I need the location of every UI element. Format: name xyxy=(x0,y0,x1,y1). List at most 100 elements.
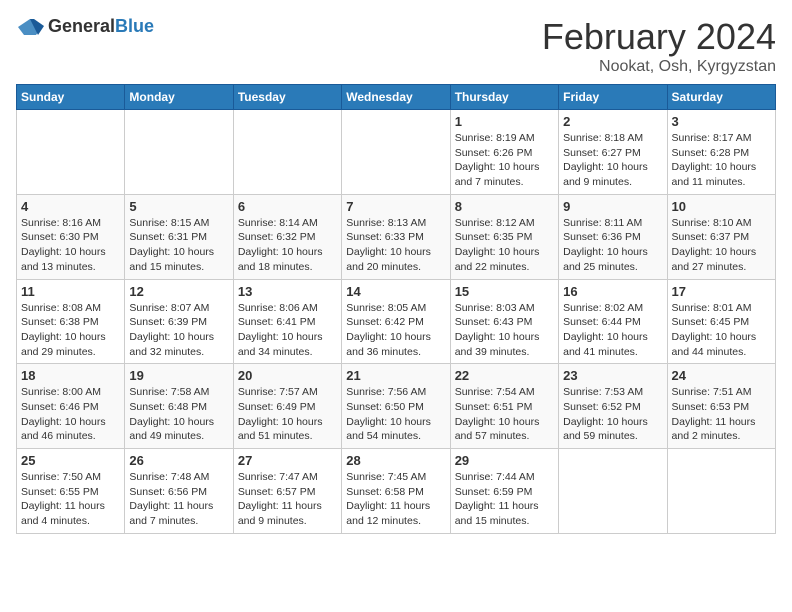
calendar-cell: 25 Sunrise: 7:50 AM Sunset: 6:55 PM Dayli… xyxy=(17,449,125,534)
calendar-cell xyxy=(17,110,125,195)
day-number: 4 xyxy=(21,199,120,214)
day-info: Sunrise: 8:07 AM Sunset: 6:39 PM Dayligh… xyxy=(129,301,228,360)
day-number: 15 xyxy=(455,284,554,299)
day-info: Sunrise: 8:01 AM Sunset: 6:45 PM Dayligh… xyxy=(672,301,771,360)
weekday-header-cell: Wednesday xyxy=(342,85,450,110)
day-info: Sunrise: 8:18 AM Sunset: 6:27 PM Dayligh… xyxy=(563,131,662,190)
day-number: 17 xyxy=(672,284,771,299)
calendar-cell: 27 Sunrise: 7:47 AM Sunset: 6:57 PM Dayli… xyxy=(233,449,341,534)
calendar-cell: 1 Sunrise: 8:19 AM Sunset: 6:26 PM Daylig… xyxy=(450,110,558,195)
day-info: Sunrise: 7:51 AM Sunset: 6:53 PM Dayligh… xyxy=(672,385,771,444)
calendar-cell: 8 Sunrise: 8:12 AM Sunset: 6:35 PM Daylig… xyxy=(450,194,558,279)
day-info: Sunrise: 8:10 AM Sunset: 6:37 PM Dayligh… xyxy=(672,216,771,275)
day-number: 3 xyxy=(672,114,771,129)
calendar-cell: 14 Sunrise: 8:05 AM Sunset: 6:42 PM Dayli… xyxy=(342,279,450,364)
day-number: 16 xyxy=(563,284,662,299)
day-number: 26 xyxy=(129,453,228,468)
day-info: Sunrise: 8:12 AM Sunset: 6:35 PM Dayligh… xyxy=(455,216,554,275)
day-number: 24 xyxy=(672,368,771,383)
day-number: 20 xyxy=(238,368,337,383)
day-info: Sunrise: 8:16 AM Sunset: 6:30 PM Dayligh… xyxy=(21,216,120,275)
day-info: Sunrise: 7:57 AM Sunset: 6:49 PM Dayligh… xyxy=(238,385,337,444)
day-number: 22 xyxy=(455,368,554,383)
calendar-cell: 9 Sunrise: 8:11 AM Sunset: 6:36 PM Daylig… xyxy=(559,194,667,279)
calendar-cell: 26 Sunrise: 7:48 AM Sunset: 6:56 PM Dayli… xyxy=(125,449,233,534)
day-number: 23 xyxy=(563,368,662,383)
calendar-cell: 7Sunrise: 8:13 AM Sunset: 6:33 PM Daylig… xyxy=(342,194,450,279)
day-info: Sunrise: 7:53 AM Sunset: 6:52 PM Dayligh… xyxy=(563,385,662,444)
day-number: 18 xyxy=(21,368,120,383)
logo-general-text: General xyxy=(48,16,115,36)
day-info: Sunrise: 8:02 AM Sunset: 6:44 PM Dayligh… xyxy=(563,301,662,360)
calendar-cell: 16 Sunrise: 8:02 AM Sunset: 6:44 PM Dayli… xyxy=(559,279,667,364)
day-info: Sunrise: 7:47 AM Sunset: 6:57 PM Dayligh… xyxy=(238,470,337,529)
calendar-cell: 28 Sunrise: 7:45 AM Sunset: 6:58 PM Dayli… xyxy=(342,449,450,534)
day-number: 27 xyxy=(238,453,337,468)
calendar-cell: 6 Sunrise: 8:14 AM Sunset: 6:32 PM Daylig… xyxy=(233,194,341,279)
calendar-week-row: 25 Sunrise: 7:50 AM Sunset: 6:55 PM Dayli… xyxy=(17,449,776,534)
day-info: Sunrise: 7:48 AM Sunset: 6:56 PM Dayligh… xyxy=(129,470,228,529)
calendar-cell: 12 Sunrise: 8:07 AM Sunset: 6:39 PM Dayli… xyxy=(125,279,233,364)
day-number: 29 xyxy=(455,453,554,468)
calendar-cell: 13 Sunrise: 8:06 AM Sunset: 6:41 PM Dayli… xyxy=(233,279,341,364)
day-info: Sunrise: 7:58 AM Sunset: 6:48 PM Dayligh… xyxy=(129,385,228,444)
title-area: February 2024 Nookat, Osh, Kyrgyzstan xyxy=(542,16,776,76)
day-number: 6 xyxy=(238,199,337,214)
day-number: 7 xyxy=(346,199,445,214)
calendar-cell xyxy=(559,449,667,534)
day-info: Sunrise: 8:06 AM Sunset: 6:41 PM Dayligh… xyxy=(238,301,337,360)
day-number: 13 xyxy=(238,284,337,299)
day-number: 1 xyxy=(455,114,554,129)
day-number: 25 xyxy=(21,453,120,468)
calendar-cell: 18 Sunrise: 8:00 AM Sunset: 6:46 PM Dayli… xyxy=(17,364,125,449)
day-number: 19 xyxy=(129,368,228,383)
day-info: Sunrise: 7:45 AM Sunset: 6:58 PM Dayligh… xyxy=(346,470,445,529)
calendar-cell xyxy=(667,449,775,534)
calendar-cell xyxy=(342,110,450,195)
calendar-cell: 10 Sunrise: 8:10 AM Sunset: 6:37 PM Dayli… xyxy=(667,194,775,279)
day-info: Sunrise: 8:00 AM Sunset: 6:46 PM Dayligh… xyxy=(21,385,120,444)
day-info: Sunrise: 8:17 AM Sunset: 6:28 PM Dayligh… xyxy=(672,131,771,190)
calendar-cell xyxy=(125,110,233,195)
weekday-header-cell: Thursday xyxy=(450,85,558,110)
calendar-cell: 3 Sunrise: 8:17 AM Sunset: 6:28 PM Daylig… xyxy=(667,110,775,195)
weekday-header-cell: Saturday xyxy=(667,85,775,110)
day-info: Sunrise: 8:05 AM Sunset: 6:42 PM Dayligh… xyxy=(346,301,445,360)
day-number: 28 xyxy=(346,453,445,468)
calendar-cell: 19 Sunrise: 7:58 AM Sunset: 6:48 PM Dayli… xyxy=(125,364,233,449)
calendar-cell: 5Sunrise: 8:15 AM Sunset: 6:31 PM Daylig… xyxy=(125,194,233,279)
calendar-cell: 15Sunrise: 8:03 AM Sunset: 6:43 PM Dayli… xyxy=(450,279,558,364)
day-info: Sunrise: 8:19 AM Sunset: 6:26 PM Dayligh… xyxy=(455,131,554,190)
logo-icon xyxy=(16,17,44,37)
calendar-cell: 17 Sunrise: 8:01 AM Sunset: 6:45 PM Dayli… xyxy=(667,279,775,364)
day-info: Sunrise: 7:44 AM Sunset: 6:59 PM Dayligh… xyxy=(455,470,554,529)
calendar-cell: 24 Sunrise: 7:51 AM Sunset: 6:53 PM Dayli… xyxy=(667,364,775,449)
day-number: 9 xyxy=(563,199,662,214)
calendar-table: SundayMondayTuesdayWednesdayThursdayFrid… xyxy=(16,84,776,534)
day-number: 12 xyxy=(129,284,228,299)
day-number: 10 xyxy=(672,199,771,214)
calendar-cell: 22Sunrise: 7:54 AM Sunset: 6:51 PM Dayli… xyxy=(450,364,558,449)
calendar-week-row: 1 Sunrise: 8:19 AM Sunset: 6:26 PM Daylig… xyxy=(17,110,776,195)
day-number: 14 xyxy=(346,284,445,299)
day-info: Sunrise: 8:14 AM Sunset: 6:32 PM Dayligh… xyxy=(238,216,337,275)
day-number: 8 xyxy=(455,199,554,214)
weekday-header-cell: Sunday xyxy=(17,85,125,110)
day-info: Sunrise: 7:50 AM Sunset: 6:55 PM Dayligh… xyxy=(21,470,120,529)
calendar-cell: 2 Sunrise: 8:18 AM Sunset: 6:27 PM Daylig… xyxy=(559,110,667,195)
weekday-header-row: SundayMondayTuesdayWednesdayThursdayFrid… xyxy=(17,85,776,110)
calendar-cell: 23 Sunrise: 7:53 AM Sunset: 6:52 PM Dayli… xyxy=(559,364,667,449)
day-number: 11 xyxy=(21,284,120,299)
day-number: 2 xyxy=(563,114,662,129)
day-info: Sunrise: 8:11 AM Sunset: 6:36 PM Dayligh… xyxy=(563,216,662,275)
calendar-week-row: 18 Sunrise: 8:00 AM Sunset: 6:46 PM Dayli… xyxy=(17,364,776,449)
calendar-cell: 29 Sunrise: 7:44 AM Sunset: 6:59 PM Dayli… xyxy=(450,449,558,534)
day-number: 5 xyxy=(129,199,228,214)
calendar-week-row: 11Sunrise: 8:08 AM Sunset: 6:38 PM Dayli… xyxy=(17,279,776,364)
location-subtitle: Nookat, Osh, Kyrgyzstan xyxy=(542,58,776,76)
logo-blue-text: Blue xyxy=(115,16,154,36)
calendar-cell xyxy=(233,110,341,195)
logo: GeneralBlue xyxy=(16,16,154,37)
weekday-header-cell: Monday xyxy=(125,85,233,110)
weekday-header-cell: Tuesday xyxy=(233,85,341,110)
